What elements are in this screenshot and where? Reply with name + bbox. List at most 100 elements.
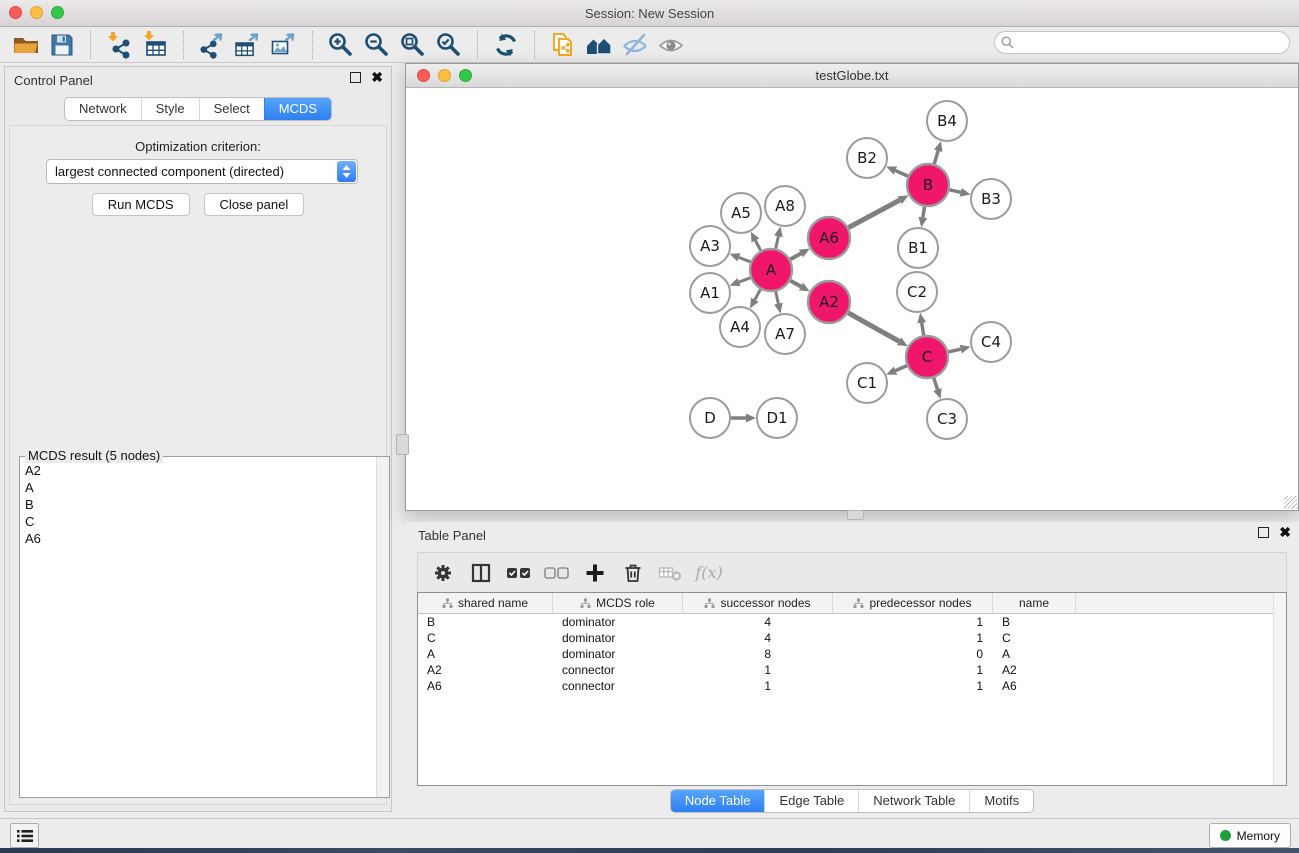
cell-name[interactable]: B: [993, 614, 1076, 630]
apply-layout-button[interactable]: [488, 30, 524, 60]
tab-motifs[interactable]: Motifs: [969, 790, 1033, 812]
edge-C-C4[interactable]: [948, 349, 960, 352]
cell-successor-nodes[interactable]: 8: [683, 646, 833, 662]
node-B[interactable]: B: [907, 164, 949, 206]
import-network-button[interactable]: [101, 30, 137, 60]
mcds-result-item[interactable]: B: [21, 496, 376, 513]
zoom-fit-button[interactable]: [395, 30, 431, 60]
tab-edge-table[interactable]: Edge Table: [764, 790, 858, 812]
edge-C-C2[interactable]: [922, 323, 924, 336]
node-A[interactable]: A: [750, 249, 792, 291]
cell-name[interactable]: C: [993, 630, 1076, 646]
column-header-successor-nodes[interactable]: successor nodes: [683, 593, 833, 613]
save-session-button[interactable]: [44, 30, 80, 60]
add-row-button[interactable]: [578, 558, 612, 588]
export-network-button[interactable]: [194, 30, 230, 60]
show-graphics-details-button[interactable]: [653, 30, 689, 60]
table-row[interactable]: Adominator80A: [418, 646, 1286, 662]
edge-A-A3[interactable]: [739, 257, 751, 262]
node-B4[interactable]: B4: [927, 101, 967, 141]
tab-select[interactable]: Select: [199, 98, 264, 120]
hide-graphics-details-button[interactable]: [617, 30, 653, 60]
run-mcds-button[interactable]: Run MCDS: [92, 193, 190, 216]
optimization-criterion-dropdown[interactable]: largest connected component (directed): [46, 159, 358, 184]
export-table-button[interactable]: [230, 30, 266, 60]
cell-predecessor-nodes[interactable]: 0: [833, 646, 993, 662]
node-A4[interactable]: A4: [720, 307, 760, 347]
settings-button[interactable]: [426, 558, 460, 588]
edge-C-C1[interactable]: [895, 366, 906, 371]
tab-style[interactable]: Style: [141, 98, 199, 120]
node-A3[interactable]: A3: [690, 226, 730, 266]
edge-A-A5[interactable]: [755, 240, 760, 250]
select-all-button[interactable]: [502, 558, 536, 588]
edge-B-B2[interactable]: [895, 171, 908, 177]
cell-MCDS-role[interactable]: dominator: [553, 630, 683, 646]
node-A1[interactable]: A1: [690, 273, 730, 313]
deselect-all-button[interactable]: [540, 558, 574, 588]
mcds-result-list[interactable]: A2ABCA6: [21, 462, 376, 796]
table-row[interactable]: Bdominator41B: [418, 614, 1286, 630]
node-B3[interactable]: B3: [971, 179, 1011, 219]
column-header-name[interactable]: name: [993, 593, 1076, 613]
cell-shared-name[interactable]: C: [418, 630, 553, 646]
node-C4[interactable]: C4: [971, 322, 1011, 362]
tab-network-table[interactable]: Network Table: [858, 790, 969, 812]
edge-B-B4[interactable]: [934, 151, 938, 164]
delete-row-button[interactable]: [616, 558, 650, 588]
search-field[interactable]: [994, 31, 1290, 54]
close-panel-icon[interactable]: ✖: [371, 72, 383, 83]
network-overview-button[interactable]: [581, 30, 617, 60]
cell-successor-nodes[interactable]: 1: [683, 678, 833, 694]
network-window-titlebar[interactable]: testGlobe.txt: [406, 64, 1298, 88]
cell-successor-nodes[interactable]: 4: [683, 630, 833, 646]
edge-A-A7[interactable]: [776, 291, 779, 303]
cell-shared-name[interactable]: A2: [418, 662, 553, 678]
vertical-splitter-handle[interactable]: [396, 434, 409, 455]
result-scrollbar[interactable]: [376, 457, 389, 797]
node-C1[interactable]: C1: [847, 363, 887, 403]
show-panels-button[interactable]: [10, 823, 39, 848]
cell-successor-nodes[interactable]: 1: [683, 662, 833, 678]
table-row[interactable]: A6connector11A6: [418, 678, 1286, 694]
cell-shared-name[interactable]: A: [418, 646, 553, 662]
memory-button[interactable]: Memory: [1209, 823, 1291, 848]
export-image-button[interactable]: [266, 30, 302, 60]
mcds-result-item[interactable]: A2: [21, 462, 376, 479]
column-header-MCDS-role[interactable]: MCDS role: [553, 593, 683, 613]
cell-name[interactable]: A: [993, 646, 1076, 662]
node-C2[interactable]: C2: [897, 272, 937, 312]
import-table-button[interactable]: [137, 30, 173, 60]
cell-successor-nodes[interactable]: 4: [683, 614, 833, 630]
table-close-panel-icon[interactable]: ✖: [1279, 527, 1291, 538]
mcds-result-item[interactable]: A: [21, 479, 376, 496]
edge-C-C3[interactable]: [934, 378, 938, 390]
zoom-out-button[interactable]: [359, 30, 395, 60]
clone-network-button[interactable]: [545, 30, 581, 60]
node-B1[interactable]: B1: [898, 228, 938, 268]
mcds-result-item[interactable]: C: [21, 513, 376, 530]
column-header-predecessor-nodes[interactable]: predecessor nodes: [833, 593, 993, 613]
cell-MCDS-role[interactable]: connector: [553, 662, 683, 678]
cell-MCDS-role[interactable]: dominator: [553, 646, 683, 662]
horizontal-splitter-handle[interactable]: [847, 510, 864, 520]
node-D[interactable]: D: [690, 398, 730, 438]
zoom-in-button[interactable]: [323, 30, 359, 60]
column-layout-button[interactable]: [464, 558, 498, 588]
edge-A6-B[interactable]: [848, 200, 899, 228]
edge-A-A8[interactable]: [776, 236, 779, 248]
tab-node-table[interactable]: Node Table: [671, 790, 765, 812]
table-float-panel-icon[interactable]: [1258, 527, 1269, 538]
cell-name[interactable]: A6: [993, 678, 1076, 694]
close-panel-button[interactable]: Close panel: [204, 193, 305, 216]
node-B2[interactable]: B2: [847, 138, 887, 178]
table-row[interactable]: A2connector11A2: [418, 662, 1286, 678]
node-D1[interactable]: D1: [757, 398, 797, 438]
edge-B-B3[interactable]: [949, 190, 960, 193]
tab-mcds[interactable]: MCDS: [264, 98, 331, 120]
open-session-button[interactable]: [8, 30, 44, 60]
tab-network[interactable]: Network: [65, 98, 141, 120]
node-A7[interactable]: A7: [765, 314, 805, 354]
cell-predecessor-nodes[interactable]: 1: [833, 630, 993, 646]
node-A8[interactable]: A8: [765, 186, 805, 226]
